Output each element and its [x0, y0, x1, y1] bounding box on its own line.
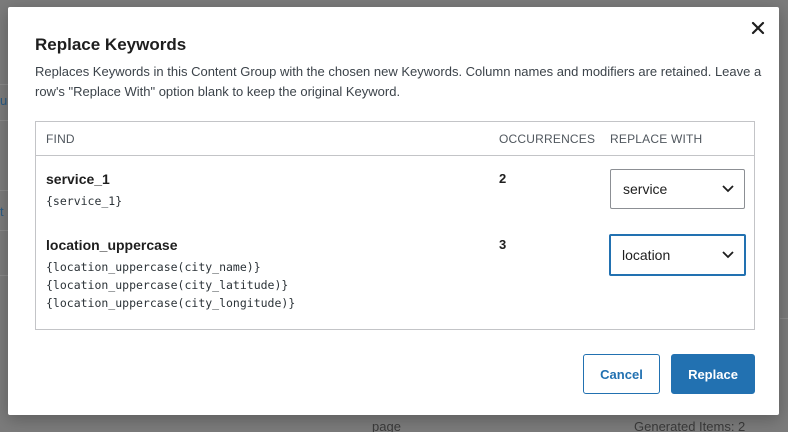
background-fragment: t	[0, 204, 4, 219]
keyword-usage: {service_1}	[46, 194, 123, 208]
table-row: location_uppercase {location_uppercase(c…	[36, 223, 754, 329]
replace-button[interactable]: Replace	[671, 354, 755, 394]
occurrences-count: 3	[499, 237, 507, 252]
keyword-usage: {location_uppercase(city_latitude)}	[46, 278, 289, 292]
close-icon	[751, 21, 765, 40]
keyword-name: location_uppercase	[46, 237, 178, 253]
table-header: FIND OCCURRENCES REPLACE WITH	[36, 122, 754, 156]
keyword-usage: {location_uppercase(city_name)}	[46, 260, 261, 274]
background-divider	[0, 120, 8, 121]
cancel-button[interactable]: Cancel	[583, 354, 660, 394]
header-replace-with: REPLACE WITH	[610, 132, 703, 146]
background-divider	[0, 84, 8, 85]
keywords-table: FIND OCCURRENCES REPLACE WITH service_1 …	[35, 121, 755, 330]
chevron-down-icon	[722, 251, 734, 259]
background-divider	[0, 275, 8, 276]
background-fragment: u	[0, 93, 8, 108]
select-value: location	[622, 247, 671, 263]
dialog-description: Replaces Keywords in this Content Group …	[35, 64, 762, 99]
background-text: page	[372, 419, 401, 432]
table-row: service_1 {service_1} 2 service	[36, 157, 754, 223]
replace-with-select[interactable]: service	[610, 169, 745, 209]
chevron-down-icon	[722, 185, 734, 193]
background-generated-items: Generated Items: 2	[634, 419, 746, 432]
header-find: FIND	[46, 132, 75, 146]
background-divider	[780, 318, 788, 319]
occurrences-count: 2	[499, 171, 507, 186]
close-button[interactable]	[747, 19, 769, 41]
background-divider	[0, 230, 8, 231]
select-value: service	[623, 181, 668, 197]
keyword-usage: {location_uppercase(city_longitude)}	[46, 296, 296, 310]
replace-keywords-dialog: Replace Keywords Replaces Keywords in th…	[8, 7, 779, 415]
header-occurrences: OCCURRENCES	[499, 132, 596, 146]
keyword-name: service_1	[46, 171, 110, 187]
dialog-title: Replace Keywords	[35, 35, 187, 54]
background-divider	[0, 190, 8, 191]
replace-with-select[interactable]: location	[609, 234, 746, 276]
